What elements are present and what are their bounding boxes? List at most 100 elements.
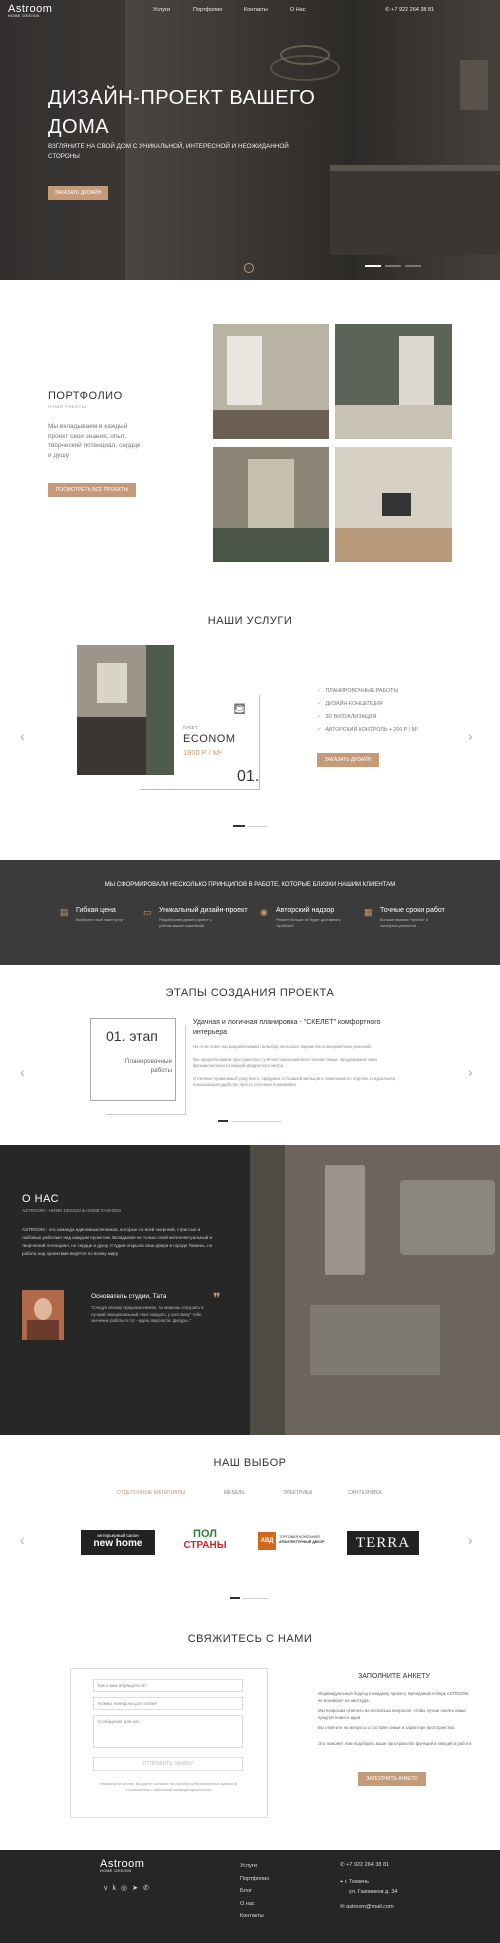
brand-newhome[interactable]: интерьерный салон new home — [81, 1530, 155, 1555]
footer-email[interactable]: ✉ astroom@mail.com — [340, 1902, 397, 1913]
nav-contacts[interactable]: Контакты — [244, 7, 268, 13]
slider-dot-active[interactable] — [365, 265, 381, 267]
hero-subtitle: ВЗГЛЯНИТЕ НА СВОЙ ДОМ С УНИКАЛЬНОЙ, ИНТЕ… — [48, 143, 289, 160]
founder-title: Основатель студии, Тата — [91, 1293, 167, 1300]
wallet-icon: ▤ — [60, 907, 69, 917]
survey-text-3: Вы ответите на вопросы о составе семьи и… — [318, 1725, 456, 1730]
about-photo — [250, 1145, 500, 1435]
principles-title: МЫ СФОРМИРОВАЛИ НЕСКОЛЬКО ПРИНЦИПОВ В РА… — [104, 882, 396, 888]
slider-dot-active[interactable] — [233, 825, 245, 827]
hero-cta-button[interactable]: ЗАКАЗАТЬ ДИЗАЙН — [48, 186, 108, 200]
survey-title: ЗАПОЛНИТЕ АНКЕТУ — [358, 1673, 430, 1680]
portfolio-photo-3[interactable] — [213, 447, 329, 562]
vk-icon[interactable]: vk — [104, 1885, 121, 1892]
slide-number: 01. — [237, 768, 260, 785]
stage-text-3: Отличные правильный уход всего, продумка… — [193, 1076, 397, 1087]
hero-bed — [330, 165, 500, 255]
package-price: 1900 Р / М² — [183, 748, 222, 757]
instagram-icon[interactable]: ◎ — [121, 1885, 132, 1892]
armchair-icon: ⛾ — [233, 701, 247, 718]
logo[interactable]: Astroom HOME DESIGN — [8, 3, 52, 18]
survey-text-4: Это поможет нам подобрать ваше пространс… — [318, 1741, 473, 1746]
survey-text-2: Мы попросим ответить на несколько вопрос… — [318, 1708, 466, 1720]
footer-contacts: ✆ +7 922 264 38 81 ⌖ г. Тюмень ул. Газов… — [340, 1860, 397, 1912]
contact-section: СВЯЖИТЕСЬ С НАМИ Как к вам обращаться? Н… — [0, 1605, 500, 1850]
portfolio-photo-2[interactable] — [335, 324, 452, 439]
message-textarea[interactable]: Сообщение для нас — [93, 1715, 243, 1748]
eye-icon: ◉ — [260, 907, 268, 917]
footer-link-blog[interactable]: Блог — [240, 1885, 269, 1898]
nav-services[interactable]: Услуги — [153, 7, 170, 13]
tab-furniture[interactable]: МЕБЕЛЬ — [224, 1490, 245, 1496]
stages-title: ЭТАПЫ СОЗДАНИЯ ПРОЕКТА — [165, 987, 335, 999]
phone-link[interactable]: ✆ +7 922 264 38 81 — [385, 7, 434, 13]
brand-polstrany[interactable]: ПОЛ СТРАНЫ — [180, 1528, 230, 1558]
consent-text: Нажимая на кнопку, вы даёте согласие на … — [99, 1782, 238, 1792]
founder-photo — [22, 1290, 64, 1340]
slider-dot-active[interactable] — [230, 1597, 240, 1599]
telegram-icon[interactable]: ➤ — [132, 1885, 143, 1892]
footer-phone[interactable]: ✆ +7 922 264 38 81 — [340, 1860, 397, 1871]
survey-button[interactable]: ЗАПОЛНИТЬ АНКЕТУ — [358, 1772, 426, 1786]
prev-arrow-icon[interactable]: ‹ — [20, 728, 25, 744]
stage-heading: Удачная и логичная планировка - "СКЕЛЕТ"… — [193, 1019, 381, 1036]
slider-dot-active[interactable] — [218, 1120, 228, 1122]
next-arrow-icon[interactable]: › — [468, 1532, 473, 1548]
hero-lamp-ring-outer — [270, 55, 340, 81]
stage-name: Планировочные работы — [124, 1058, 172, 1074]
submit-button[interactable]: ОТПРАВИТЬ ЗАЯВКУ — [93, 1757, 243, 1771]
stage-text-2: Мы прорабатываем пространство с учётом п… — [193, 1057, 378, 1068]
slider-dot[interactable] — [247, 825, 267, 827]
footer-link-services[interactable]: Услуги — [240, 1860, 269, 1873]
hero-wall-art — [460, 60, 488, 110]
choice-section: НАШ ВЫБОР ОТДЕЛОЧНЫЕ МАТЕРИАЛЫ МЕБЕЛЬ ЭЛ… — [0, 1435, 500, 1605]
footer-link-portfolio[interactable]: Портфолио — [240, 1873, 269, 1886]
contact-title: СВЯЖИТЕСЬ С НАМИ — [187, 1633, 313, 1645]
view-all-projects-button[interactable]: ПОСМОТРЕТЬ ВСЕ ПРОЕКТЫ — [48, 483, 136, 497]
whatsapp-icon[interactable]: ✆ — [143, 1885, 154, 1892]
founder-quote: "Следуя своему предназначению, ты можешь… — [91, 1305, 204, 1323]
name-input[interactable]: Как к вам обращаться? — [93, 1679, 243, 1692]
footer-address: ⌖ г. Тюмень — [340, 1878, 369, 1885]
portfolio-photo-4[interactable] — [335, 447, 452, 562]
footer-nav: Услуги Портфолио Блог О нас Контакты — [240, 1860, 269, 1923]
prev-arrow-icon[interactable]: ‹ — [20, 1064, 25, 1080]
footer-street: ул. Газовиков д. 34 — [349, 1889, 398, 1895]
nav-portfolio[interactable]: Портфолио — [193, 7, 222, 13]
slider-dot[interactable] — [405, 265, 421, 267]
about-text: ASTROOM - это команда единомышленников, … — [22, 1227, 213, 1256]
contact-form: Как к вам обращаться? Номер телефона для… — [70, 1668, 268, 1818]
portfolio-subtitle: НАШИ РАБОТЫ — [48, 404, 87, 409]
portfolio-title: ПОРТФОЛИО — [48, 390, 123, 402]
scroll-down-icon[interactable]: ↓ — [244, 263, 254, 273]
services-title: НАШИ УСЛУГИ — [207, 615, 293, 627]
tab-materials[interactable]: ОТДЕЛОЧНЫЕ МАТЕРИАЛЫ — [117, 1490, 185, 1496]
package-label: ПАКЕТ — [183, 725, 198, 730]
prev-arrow-icon[interactable]: ‹ — [20, 1532, 25, 1548]
brand-avd[interactable]: AВД ТОРГОВАЯ КОМПАНИЯ АРХИТЕКТУРНЫЙ ДЕКОР — [258, 1532, 333, 1552]
folder-icon: ▭ — [143, 907, 152, 917]
next-arrow-icon[interactable]: › — [468, 728, 473, 744]
tab-plumbing[interactable]: САНТЕХНИКА — [348, 1490, 382, 1496]
slider-dots[interactable] — [231, 1121, 281, 1122]
next-arrow-icon[interactable]: › — [468, 1064, 473, 1080]
about-title: О НАС — [22, 1193, 60, 1205]
nav-about[interactable]: О Нас — [290, 7, 306, 13]
principle-item: ▭ Уникальный дизайн-проект Разработаем диз… — [143, 907, 248, 928]
phone-input[interactable]: Номер телефона для связи* — [93, 1697, 243, 1710]
hero-title: ДИЗАЙН-ПРОЕКТ ВАШЕГО ДОМА — [48, 87, 316, 138]
slider-dot[interactable] — [385, 265, 401, 267]
footer-section: Astroom HOME DESIGN vk◎➤✆ Услуги Портфоли… — [0, 1850, 500, 1943]
service-order-button[interactable]: ЗАКАЗАТЬ ДИЗАЙН — [317, 753, 379, 767]
footer-logo[interactable]: Astroom HOME DESIGN — [100, 1858, 144, 1873]
brand-terra[interactable]: TERRA — [347, 1531, 419, 1555]
services-section: НАШИ УСЛУГИ ‹ › ⛾ ПАКЕТ ECONOM 1900 Р / … — [0, 585, 500, 860]
principles-section: МЫ СФОРМИРОВАЛИ НЕСКОЛЬКО ПРИНЦИПОВ В РА… — [0, 860, 500, 965]
calendar-icon: ▦ — [364, 907, 373, 917]
footer-link-about[interactable]: О нас — [240, 1898, 269, 1911]
about-subtitle: ASTROOM - HOME DESIGN & HOME FASHION — [22, 1208, 121, 1213]
slider-dots[interactable] — [243, 1598, 268, 1599]
footer-link-contacts[interactable]: Контакты — [240, 1910, 269, 1923]
tab-electrics[interactable]: ЭЛЕКТРИКА — [283, 1490, 312, 1496]
portfolio-photo-1[interactable] — [213, 324, 329, 439]
